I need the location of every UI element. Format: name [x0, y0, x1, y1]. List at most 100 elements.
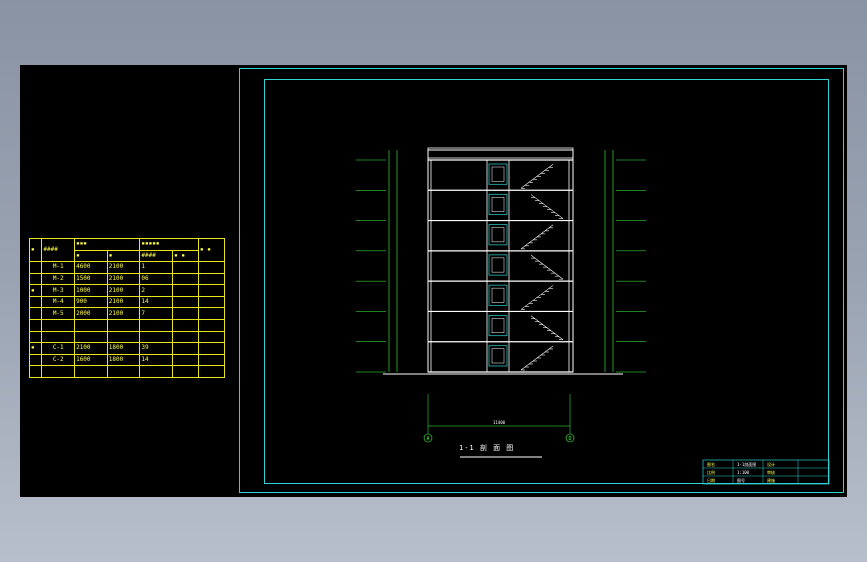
table-cell: 06 [139, 272, 174, 286]
table-cell [172, 272, 200, 286]
table-cell [198, 261, 225, 274]
table-cell: 1600 [74, 353, 108, 367]
table-cell [198, 307, 225, 321]
dimension-label: 11400 [493, 420, 506, 425]
table-row: C-2 1600 1800 14 [28, 353, 225, 367]
table-cell [172, 342, 200, 355]
building-outline [427, 149, 574, 373]
title-block-text: 日期 [707, 477, 715, 483]
stair-rail [520, 164, 554, 189]
title-block [702, 459, 830, 485]
table-row: M-4 900 2100 14 [28, 295, 225, 309]
schedule-header-cell: ▪ [74, 249, 108, 263]
window-inner [491, 318, 505, 333]
drawing-canvas[interactable]: ▪ #### ▪▪▪ ▪▪▪▪▪ ▪ ▪ ▪ ▪ #### ▪ ▪ M-1 460… [20, 65, 847, 497]
table-cell: C-2 [41, 353, 76, 367]
table-cell [172, 295, 200, 309]
drawing-sheet: A D 11400 图名 1-1剖面图 设计 比例 1:100 审核 日期 图号 建施 [239, 68, 844, 493]
table-row [28, 319, 225, 332]
table-cell: M-1 [41, 261, 76, 274]
schedule-header-cell: #### [41, 237, 76, 263]
table-cell: 2100 [106, 284, 141, 297]
table-cell [172, 284, 200, 297]
axis-label: D [568, 436, 571, 442]
table-cell: 900 [74, 295, 108, 309]
table-cell: 14 [139, 353, 174, 367]
table-row: ▪ M-3 1000 2100 2 [28, 284, 225, 297]
section-drawing: A D 11400 图名 1-1剖面图 设计比例 1:100 审核日期 图号 建施 [356, 147, 830, 485]
window-inner [491, 348, 505, 364]
table-cell: 2100 [106, 272, 141, 286]
table-cell [172, 261, 200, 274]
table-cell [172, 319, 200, 332]
table-cell: M-4 [41, 295, 76, 309]
schedule-header-cell: ▪▪▪ [74, 238, 141, 251]
table-cell [28, 365, 43, 378]
table-cell [28, 295, 43, 309]
stair-rail [520, 224, 554, 250]
table-cell: 2000 [74, 307, 108, 321]
table-cell [198, 284, 225, 297]
axis-label: A [426, 436, 429, 442]
table-cell [41, 319, 76, 332]
table-cell [172, 307, 200, 321]
table-cell [28, 307, 43, 321]
table-cell [28, 272, 43, 286]
table-cell: 2100 [106, 261, 141, 274]
table-cell: 4600 [74, 261, 108, 274]
table-row: M-5 2000 2100 7 [28, 307, 225, 321]
table-row: ▪ C-1 2100 1800 39 [28, 342, 225, 355]
table-cell: M-2 [41, 272, 76, 286]
table-cell: ▪ [28, 342, 43, 355]
table-cell: 2100 [74, 342, 108, 355]
drawing-frame: A D 11400 图名 1-1剖面图 设计 比例 1:100 审核 日期 图号 建施 [264, 79, 830, 485]
schedule-header-cell: ▪ ▪ [172, 249, 200, 263]
table-cell: M-5 [41, 307, 76, 321]
table-cell [198, 330, 225, 344]
window-inner [491, 197, 505, 212]
window-inner [491, 227, 505, 243]
schedule-table: ▪ #### ▪▪▪ ▪▪▪▪▪ ▪ ▪ ▪ ▪ #### ▪ ▪ M-1 460… [28, 237, 225, 378]
stair-rail [530, 315, 564, 340]
window-inner [491, 257, 505, 273]
table-cell [139, 330, 174, 344]
table-row: M-2 1500 2100 06 [28, 272, 225, 286]
table-cell [198, 295, 225, 309]
table-cell [139, 319, 174, 332]
table-cell: 1000 [74, 284, 108, 297]
table-cell [172, 365, 200, 378]
table-cell: 1500 [74, 272, 108, 286]
table-cell [106, 319, 141, 332]
table-cell: 2 [139, 284, 174, 297]
section-title: 1-1 剖 面 图 [459, 444, 515, 452]
title-block-text: 图号 [737, 477, 745, 483]
table-cell [106, 330, 141, 344]
table-cell [41, 330, 76, 344]
table-cell [74, 365, 108, 378]
table-cell [198, 319, 225, 332]
table-cell [198, 342, 225, 355]
table-cell: ▪ [28, 284, 43, 297]
table-cell: 39 [139, 342, 174, 355]
table-cell: 1800 [106, 353, 141, 367]
window-inner [491, 287, 505, 303]
table-cell: 14 [139, 295, 174, 309]
table-cell [28, 261, 43, 274]
table-cell: 7 [139, 307, 174, 321]
stair-rail [520, 285, 554, 310]
table-cell [41, 365, 76, 378]
table-cell [28, 330, 43, 344]
title-block-text: 设计 [767, 461, 775, 467]
table-cell [106, 365, 141, 378]
table-cell: C-1 [41, 342, 76, 355]
table-cell [74, 330, 108, 344]
table-cell: M-3 [41, 284, 76, 297]
title-block-text: 1-1剖面图 [737, 461, 756, 467]
door-window-schedule[interactable]: ▪ #### ▪▪▪ ▪▪▪▪▪ ▪ ▪ ▪ ▪ #### ▪ ▪ M-1 460… [28, 237, 225, 378]
table-cell: 1800 [106, 342, 141, 355]
schedule-header-cell: ▪ ▪ [198, 237, 225, 263]
table-row [28, 330, 225, 344]
schedule-header-cell: #### [139, 249, 174, 263]
table-row: M-1 4600 2100 1 [28, 261, 225, 274]
schedule-header-cell: ▪ [106, 249, 141, 263]
